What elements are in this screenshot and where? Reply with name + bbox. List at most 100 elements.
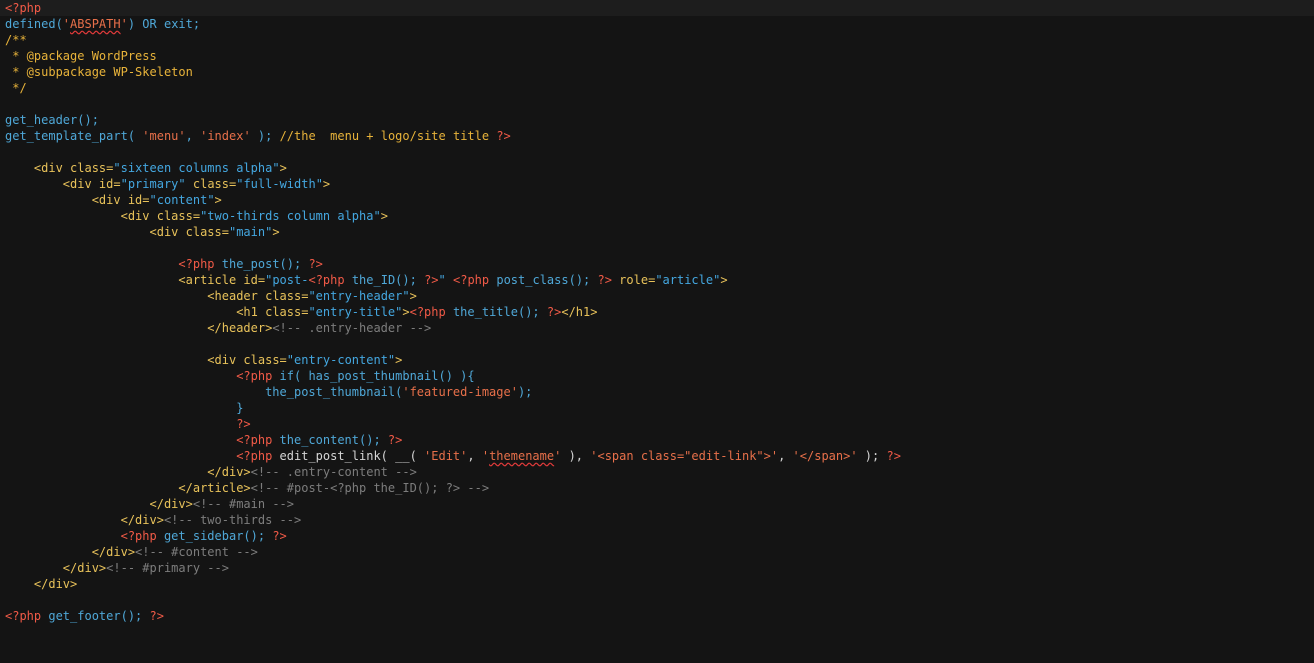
code-line[interactable]: get_template_part( 'menu', 'index' ); //… (5, 128, 901, 144)
code-line[interactable]: <?php if( has_post_thumbnail() ){ (5, 368, 901, 384)
code-token: <!-- #primary --> (106, 561, 229, 575)
code-line[interactable] (5, 336, 901, 352)
code-token: <?php (178, 257, 215, 271)
code-token: role= (611, 273, 656, 287)
code-line[interactable]: </div><!-- #main --> (5, 496, 901, 512)
code-token: "content" (149, 193, 215, 207)
code-token: <div (5, 193, 128, 207)
code-token: <div (5, 209, 157, 223)
code-line[interactable]: * @subpackage WP-Skeleton (5, 64, 901, 80)
code-line[interactable]: <h1 class="entry-title"><?php the_title(… (5, 304, 901, 320)
code-line[interactable]: get_header(); (5, 112, 901, 128)
code-line[interactable]: <div class="two-thirds column alpha"> (5, 208, 901, 224)
misspelled-token: ABSPATH (70, 17, 121, 31)
code-token: */ (5, 81, 27, 95)
code-line[interactable]: <div class="main"> (5, 224, 901, 240)
code-token: get_sidebar(); (156, 529, 273, 543)
code-line[interactable] (5, 144, 901, 160)
code-token: <!-- #main --> (192, 497, 294, 511)
code-token: 'Edit' (424, 449, 468, 463)
code-token: "entry-title" (308, 305, 403, 319)
code-line[interactable]: <div class="entry-content"> (5, 352, 901, 368)
code-line[interactable]: </div><!-- two-thirds --> (5, 512, 901, 528)
code-token: </div> (5, 577, 78, 591)
code-line[interactable]: </article><!-- #post-<?php the_ID(); ?> … (5, 480, 901, 496)
code-token: the_content(); (272, 433, 388, 447)
code-token: <?php (5, 609, 42, 623)
code-token: ?> (149, 609, 164, 623)
code-line[interactable]: <div id="primary" class="full-width"> (5, 176, 901, 192)
code-token: "article" (655, 273, 721, 287)
code-token: has_post_thumbnail() ){ (308, 369, 475, 383)
code-token: ?> (308, 257, 323, 271)
code-token: class= (265, 289, 309, 303)
code-token: "main" (228, 225, 273, 239)
code-line[interactable]: */ (5, 80, 901, 96)
code-line[interactable] (5, 240, 901, 256)
code-token: </div> (5, 513, 164, 527)
code-token: ?> (387, 433, 403, 447)
code-line[interactable]: <?php (5, 0, 901, 16)
code-token: ?> (496, 129, 511, 143)
code-line[interactable] (5, 96, 901, 112)
code-token: '</span>' (792, 449, 858, 463)
code-token: > (720, 273, 728, 287)
code-line[interactable]: the_post_thumbnail('featured-image'); (5, 384, 901, 400)
code-editor[interactable]: <?php defined('ABSPATH') OR exit;/** * @p… (0, 0, 1314, 663)
code-line[interactable] (5, 592, 901, 608)
code-token: <div (5, 177, 99, 191)
code-token: </div> (5, 465, 251, 479)
code-token: "two-thirds column alpha" (200, 209, 381, 223)
code-token: the_post(); (214, 257, 309, 271)
code-token: <div (5, 161, 71, 175)
code-area[interactable]: <?php defined('ABSPATH') OR exit;/** * @p… (5, 0, 901, 624)
code-token: class= (243, 353, 287, 367)
code-token: ); (250, 129, 280, 143)
code-token: ?> (546, 305, 562, 319)
code-line[interactable]: * @package WordPress (5, 48, 901, 64)
code-line[interactable]: <?php get_footer(); ?> (5, 608, 901, 624)
code-token: "entry-header" (308, 289, 410, 303)
code-token: , (467, 449, 482, 463)
code-token: /** (5, 33, 27, 47)
code-line[interactable]: <?php the_post(); ?> (5, 256, 901, 272)
code-token: "sixteen columns alpha" (113, 161, 280, 175)
code-line[interactable]: } (5, 400, 901, 416)
code-token: > (322, 177, 331, 191)
code-line[interactable]: ?> (5, 416, 901, 432)
code-line[interactable]: </div><!-- #primary --> (5, 560, 901, 576)
code-line[interactable]: </div> (5, 576, 901, 592)
code-line[interactable]: <article id="post-<?php the_ID(); ?>" <?… (5, 272, 901, 288)
code-token: class= (265, 305, 309, 319)
code-token: </article> (5, 481, 251, 495)
code-line[interactable]: defined('ABSPATH') OR exit; (5, 16, 901, 32)
code-line[interactable]: <?php the_content(); ?> (5, 432, 901, 448)
code-token: class= (70, 161, 114, 175)
code-token: id= (127, 193, 150, 207)
code-line[interactable]: <header class="entry-header"> (5, 288, 901, 304)
code-line[interactable]: </div><!-- .entry-content --> (5, 464, 901, 480)
code-token: <div (5, 225, 186, 239)
code-line[interactable]: <div class="sixteen columns alpha"> (5, 160, 901, 176)
code-token: , (778, 449, 793, 463)
code-token: <!-- .entry-content --> (250, 465, 417, 479)
code-token: id= (243, 273, 266, 287)
code-line[interactable]: <?php edit_post_link( __( 'Edit', 'theme… (5, 448, 901, 464)
code-line[interactable]: </div><!-- #content --> (5, 544, 901, 560)
code-line[interactable]: <?php get_sidebar(); ?> (5, 528, 901, 544)
code-token: <?php (409, 305, 446, 319)
code-token: id= (98, 177, 121, 191)
code-token: "full-width" (236, 177, 323, 191)
code-line[interactable]: </header><!-- .entry-header --> (5, 320, 901, 336)
code-token: ?> (886, 449, 901, 463)
code-token: ' (481, 449, 490, 463)
code-token: <article (5, 273, 244, 287)
code-token: " (438, 273, 446, 287)
code-line[interactable]: /** (5, 32, 901, 48)
code-line[interactable]: <div id="content"> (5, 192, 901, 208)
code-token: ); (857, 449, 887, 463)
